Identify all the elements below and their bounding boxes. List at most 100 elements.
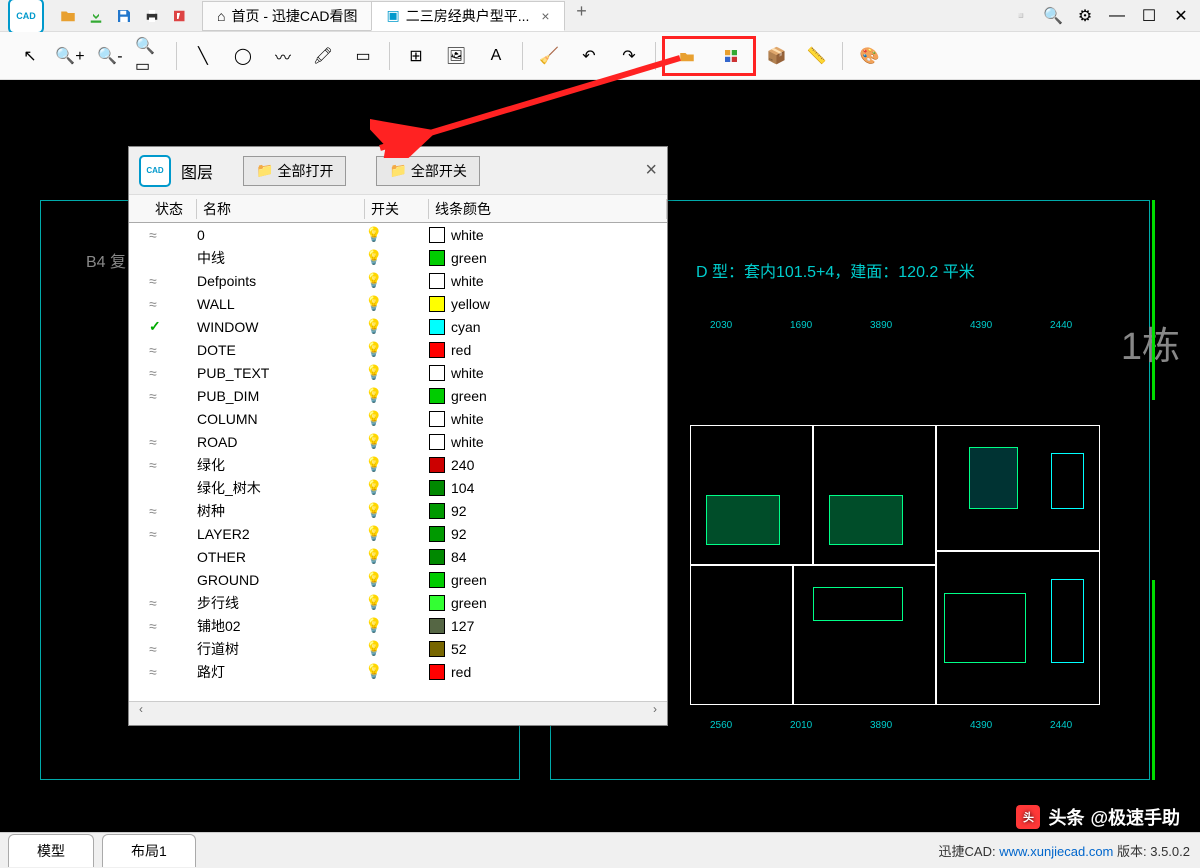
color-swatch[interactable] <box>429 457 445 473</box>
color-swatch[interactable] <box>429 273 445 289</box>
color-swatch[interactable] <box>429 250 445 266</box>
image-tool[interactable]: 🖼 <box>441 41 471 71</box>
color-swatch[interactable] <box>429 365 445 381</box>
layer-row[interactable]: ≈PUB_DIM💡green <box>129 384 667 407</box>
layer-row[interactable]: ≈树种💡92 <box>129 499 667 522</box>
lightbulb-icon[interactable]: 💡 <box>365 456 429 473</box>
zoom-extent-tool[interactable]: 🔍▭ <box>135 41 165 71</box>
open-all-button[interactable]: 📁全部打开 <box>243 156 346 186</box>
polyline-tool[interactable]: 〰 <box>268 41 298 71</box>
layer-list[interactable]: ≈0💡white中线💡green≈Defpoints💡white≈WALL💡ye… <box>129 223 667 701</box>
color-swatch[interactable] <box>429 503 445 519</box>
tab-model[interactable]: 模型 <box>8 834 94 867</box>
lightbulb-icon[interactable]: 💡 <box>365 272 429 289</box>
col-status[interactable]: 状态 <box>149 199 197 219</box>
lightbulb-icon[interactable]: 💡 <box>365 548 429 565</box>
measure-tool[interactable]: 📏 <box>801 41 831 71</box>
color-swatch[interactable] <box>429 480 445 496</box>
lightbulb-icon[interactable]: 💡 <box>365 226 429 243</box>
lightbulb-icon[interactable]: 💡 <box>365 295 429 312</box>
tab-close-icon[interactable]: × <box>541 8 549 24</box>
color-swatch[interactable] <box>429 319 445 335</box>
col-color[interactable]: 线条颜色 <box>429 199 667 219</box>
lightbulb-icon[interactable]: 💡 <box>365 410 429 427</box>
layer-row[interactable]: ≈PUB_TEXT💡white <box>129 361 667 384</box>
toggle-all-button[interactable]: 📁全部开关 <box>376 156 479 186</box>
layer-row[interactable]: ≈绿化💡240 <box>129 453 667 476</box>
layer-row[interactable]: ≈DOTE💡red <box>129 338 667 361</box>
layer-switch-tool[interactable] <box>716 41 746 71</box>
circle-tool[interactable]: ◯ <box>228 41 258 71</box>
new-tab-button[interactable]: + <box>570 1 594 31</box>
minimize-icon[interactable]: — <box>1106 7 1128 25</box>
layer-row[interactable]: 中线💡green <box>129 246 667 269</box>
layer-display-tool[interactable] <box>672 41 702 71</box>
color-swatch[interactable] <box>429 595 445 611</box>
color-swatch[interactable] <box>429 664 445 680</box>
color-swatch[interactable] <box>429 572 445 588</box>
lightbulb-icon[interactable]: 💡 <box>365 433 429 450</box>
lightbulb-icon[interactable]: 💡 <box>365 525 429 542</box>
layer-row[interactable]: ✓WINDOW💡cyan <box>129 315 667 338</box>
layer-row[interactable]: 绿化_树木💡104 <box>129 476 667 499</box>
color-swatch[interactable] <box>429 411 445 427</box>
layer-row[interactable]: OTHER💡84 <box>129 545 667 568</box>
download-icon[interactable] <box>85 5 107 27</box>
color-swatch[interactable] <box>429 388 445 404</box>
layer-row[interactable]: ≈LAYER2💡92 <box>129 522 667 545</box>
tab-layout1[interactable]: 布局1 <box>102 834 196 867</box>
color-swatch[interactable] <box>429 434 445 450</box>
lightbulb-icon[interactable]: 💡 <box>365 318 429 335</box>
layer-row[interactable]: ≈路灯💡red <box>129 660 667 683</box>
layer-row[interactable]: ≈0💡white <box>129 223 667 246</box>
color-swatch[interactable] <box>429 526 445 542</box>
layer-row[interactable]: ≈铺地02💡127 <box>129 614 667 637</box>
color-swatch[interactable] <box>429 342 445 358</box>
lightbulb-icon[interactable]: 💡 <box>365 364 429 381</box>
lightbulb-icon[interactable]: 💡 <box>365 663 429 680</box>
status-url[interactable]: www.xunjiecad.com <box>999 844 1113 859</box>
3d-tool[interactable]: 📦 <box>761 41 791 71</box>
erase-tool[interactable]: 🧹 <box>534 41 564 71</box>
layer-row[interactable]: ≈行道树💡52 <box>129 637 667 660</box>
window-tool[interactable]: ⊞ <box>401 41 431 71</box>
lightbulb-icon[interactable]: 💡 <box>365 341 429 358</box>
color-swatch[interactable] <box>429 618 445 634</box>
tab-home[interactable]: ⌂ 首页 - 迅捷CAD看图 <box>202 1 372 31</box>
lightbulb-icon[interactable]: 💡 <box>365 571 429 588</box>
lightbulb-icon[interactable]: 💡 <box>365 249 429 266</box>
rect-tool[interactable]: ▭ <box>348 41 378 71</box>
color-swatch[interactable] <box>429 227 445 243</box>
lightbulb-icon[interactable]: 💡 <box>365 502 429 519</box>
color-tool[interactable]: 🎨 <box>854 41 884 71</box>
lightbulb-icon[interactable]: 💡 <box>365 387 429 404</box>
lightbulb-icon[interactable]: 💡 <box>365 594 429 611</box>
zoom-out-tool[interactable]: 🔍- <box>95 41 125 71</box>
convert-icon[interactable] <box>169 5 191 27</box>
lightbulb-icon[interactable]: 💡 <box>365 640 429 657</box>
color-swatch[interactable] <box>429 549 445 565</box>
screenshot-icon[interactable]: ▫️ <box>1010 6 1032 26</box>
zoom-in-tool[interactable]: 🔍+ <box>55 41 85 71</box>
highlight-tool[interactable]: 🖍 <box>308 41 338 71</box>
layer-row[interactable]: COLUMN💡white <box>129 407 667 430</box>
redo-tool[interactable]: ↷ <box>614 41 644 71</box>
close-window-icon[interactable]: ✕ <box>1170 6 1192 26</box>
text-tool[interactable]: A <box>481 41 511 71</box>
maximize-icon[interactable]: ☐ <box>1138 6 1160 26</box>
lightbulb-icon[interactable]: 💡 <box>365 617 429 634</box>
print-icon[interactable] <box>141 5 163 27</box>
layer-row[interactable]: ≈WALL💡yellow <box>129 292 667 315</box>
open-icon[interactable] <box>57 5 79 27</box>
col-name[interactable]: 名称 <box>197 199 365 219</box>
line-tool[interactable]: ╲ <box>188 41 218 71</box>
save-icon[interactable] <box>113 5 135 27</box>
lightbulb-icon[interactable]: 💡 <box>365 479 429 496</box>
layer-row[interactable]: ≈ROAD💡white <box>129 430 667 453</box>
layer-row[interactable]: GROUND💡green <box>129 568 667 591</box>
color-swatch[interactable] <box>429 641 445 657</box>
undo-tool[interactable]: ↶ <box>574 41 604 71</box>
scrollbar-horizontal[interactable]: ‹› <box>129 701 667 721</box>
dialog-close-icon[interactable]: × <box>645 159 657 182</box>
col-switch[interactable]: 开关 <box>365 199 429 219</box>
